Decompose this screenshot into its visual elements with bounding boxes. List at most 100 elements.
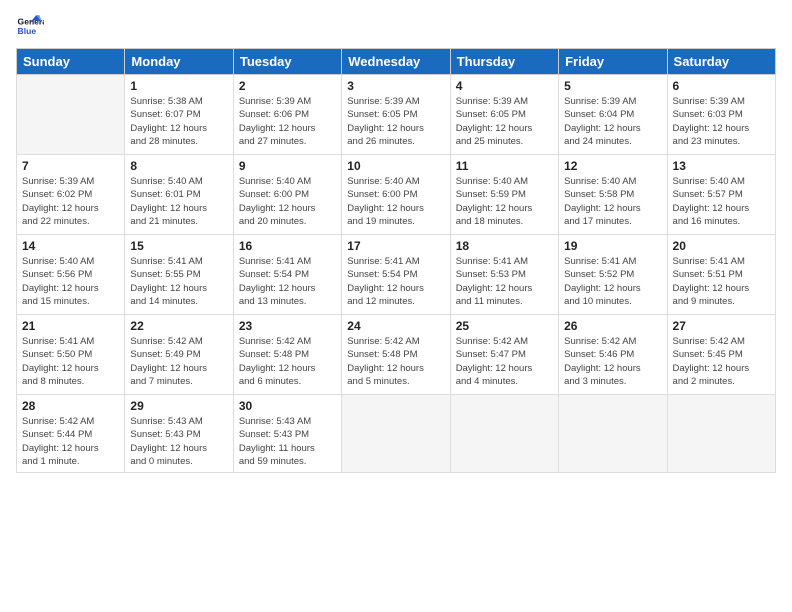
day-number: 21 <box>22 319 119 333</box>
cell-info-line: Daylight: 12 hours <box>564 202 661 215</box>
cell-info-line: and 18 minutes. <box>456 215 553 228</box>
calendar-cell: 29Sunrise: 5:43 AMSunset: 5:43 PMDayligh… <box>125 395 233 473</box>
cell-info-line: Daylight: 12 hours <box>456 122 553 135</box>
cell-info-line: and 19 minutes. <box>347 215 444 228</box>
cell-info-line: Sunset: 6:00 PM <box>239 188 336 201</box>
cell-info-line: Sunset: 5:51 PM <box>673 268 770 281</box>
week-row-3: 21Sunrise: 5:41 AMSunset: 5:50 PMDayligh… <box>17 315 776 395</box>
cell-info-line: Sunset: 5:53 PM <box>456 268 553 281</box>
calendar-cell: 26Sunrise: 5:42 AMSunset: 5:46 PMDayligh… <box>559 315 667 395</box>
calendar-cell <box>559 395 667 473</box>
page-container: General Blue SundayMondayTuesdayWednesda… <box>0 0 792 612</box>
cell-info-line: Sunrise: 5:40 AM <box>673 175 770 188</box>
calendar-cell: 8Sunrise: 5:40 AMSunset: 6:01 PMDaylight… <box>125 155 233 235</box>
cell-info-line: Daylight: 12 hours <box>673 122 770 135</box>
calendar-cell: 19Sunrise: 5:41 AMSunset: 5:52 PMDayligh… <box>559 235 667 315</box>
calendar-cell: 28Sunrise: 5:42 AMSunset: 5:44 PMDayligh… <box>17 395 125 473</box>
day-number: 3 <box>347 79 444 93</box>
days-header-row: SundayMondayTuesdayWednesdayThursdayFrid… <box>17 49 776 75</box>
day-number: 24 <box>347 319 444 333</box>
cell-info-line: Sunrise: 5:41 AM <box>673 255 770 268</box>
calendar-body: 1Sunrise: 5:38 AMSunset: 6:07 PMDaylight… <box>17 75 776 473</box>
day-number: 27 <box>673 319 770 333</box>
calendar-cell <box>17 75 125 155</box>
calendar-cell: 27 Sunrise: 5:42 AMSunset: 5:45 PMDayligh… <box>667 315 775 395</box>
day-number: 20 <box>673 239 770 253</box>
cell-info-line: Daylight: 12 hours <box>239 122 336 135</box>
cell-info-line: and 2 minutes. <box>673 375 770 388</box>
day-number: 6 <box>673 79 770 93</box>
cell-info-line: Daylight: 12 hours <box>456 202 553 215</box>
cell-info: Sunrise: 5:42 AMSunset: 5:47 PMDaylight:… <box>456 335 553 388</box>
cell-info-line: Daylight: 12 hours <box>239 202 336 215</box>
cell-info-line: Sunrise: 5:39 AM <box>347 95 444 108</box>
cell-info-line: Daylight: 12 hours <box>564 122 661 135</box>
day-number: 25 <box>456 319 553 333</box>
cell-info-line: Sunrise: 5:40 AM <box>239 175 336 188</box>
cell-info-line: Sunset: 5:45 PM <box>673 348 770 361</box>
cell-info-line: Sunset: 6:03 PM <box>673 108 770 121</box>
cell-info-line: Sunrise: 5:43 AM <box>130 415 227 428</box>
cell-info: Sunrise: 5:41 AMSunset: 5:51 PMDaylight:… <box>673 255 770 308</box>
cell-info-line: Sunset: 5:56 PM <box>22 268 119 281</box>
day-number: 15 <box>130 239 227 253</box>
day-number: 7 <box>22 159 119 173</box>
cell-info-line: Sunrise: 5:42 AM <box>673 335 770 348</box>
cell-info-line: Daylight: 12 hours <box>673 202 770 215</box>
cell-info: Sunrise: 5:40 AMSunset: 6:00 PMDaylight:… <box>347 175 444 228</box>
cell-info-line: Sunrise: 5:39 AM <box>564 95 661 108</box>
cell-info: Sunrise: 5:43 AMSunset: 5:43 PMDaylight:… <box>239 415 336 468</box>
cell-info-line: Daylight: 12 hours <box>22 442 119 455</box>
cell-info-line: Sunset: 5:43 PM <box>239 428 336 441</box>
cell-info-line: Sunrise: 5:42 AM <box>22 415 119 428</box>
cell-info-line: Sunset: 6:01 PM <box>130 188 227 201</box>
svg-text:Blue: Blue <box>18 26 37 36</box>
cell-info-line: and 3 minutes. <box>564 375 661 388</box>
cell-info-line: Sunrise: 5:41 AM <box>347 255 444 268</box>
cell-info-line: Daylight: 12 hours <box>130 442 227 455</box>
cell-info-line: and 7 minutes. <box>130 375 227 388</box>
cell-info: Sunrise: 5:40 AMSunset: 5:59 PMDaylight:… <box>456 175 553 228</box>
cell-info: Sunrise: 5:39 AMSunset: 6:02 PMDaylight:… <box>22 175 119 228</box>
cell-info-line: Daylight: 11 hours <box>239 442 336 455</box>
cell-info-line: Daylight: 12 hours <box>22 202 119 215</box>
logo-icon: General Blue <box>16 12 44 40</box>
calendar-cell: 16Sunrise: 5:41 AMSunset: 5:54 PMDayligh… <box>233 235 341 315</box>
cell-info-line: and 11 minutes. <box>456 295 553 308</box>
day-number: 19 <box>564 239 661 253</box>
cell-info-line: Sunrise: 5:41 AM <box>22 335 119 348</box>
day-header-thursday: Thursday <box>450 49 558 75</box>
cell-info-line: Sunrise: 5:41 AM <box>456 255 553 268</box>
cell-info: Sunrise: 5:38 AMSunset: 6:07 PMDaylight:… <box>130 95 227 148</box>
cell-info-line: and 24 minutes. <box>564 135 661 148</box>
cell-info-line: Daylight: 12 hours <box>239 362 336 375</box>
calendar-cell <box>667 395 775 473</box>
cell-info: Sunrise: 5:41 AMSunset: 5:55 PMDaylight:… <box>130 255 227 308</box>
cell-info-line: and 9 minutes. <box>673 295 770 308</box>
cell-info-line: Sunset: 5:57 PM <box>673 188 770 201</box>
cell-info-line: and 13 minutes. <box>239 295 336 308</box>
cell-info-line: Daylight: 12 hours <box>673 362 770 375</box>
cell-info-line: Daylight: 12 hours <box>347 282 444 295</box>
cell-info-line: Sunset: 6:02 PM <box>22 188 119 201</box>
calendar-table: SundayMondayTuesdayWednesdayThursdayFrid… <box>16 48 776 473</box>
cell-info-line: Daylight: 12 hours <box>130 362 227 375</box>
cell-info-line: Daylight: 12 hours <box>239 282 336 295</box>
cell-info-line: Sunrise: 5:40 AM <box>456 175 553 188</box>
cell-info-line: Sunset: 5:49 PM <box>130 348 227 361</box>
cell-info: Sunrise: 5:39 AMSunset: 6:04 PMDaylight:… <box>564 95 661 148</box>
cell-info-line: Daylight: 12 hours <box>347 362 444 375</box>
cell-info-line: Daylight: 12 hours <box>130 122 227 135</box>
calendar-cell: 23Sunrise: 5:42 AMSunset: 5:48 PMDayligh… <box>233 315 341 395</box>
cell-info-line: and 27 minutes. <box>239 135 336 148</box>
day-number: 14 <box>22 239 119 253</box>
calendar-cell: 24Sunrise: 5:42 AMSunset: 5:48 PMDayligh… <box>342 315 450 395</box>
cell-info-line: Daylight: 12 hours <box>673 282 770 295</box>
cell-info-line: Daylight: 12 hours <box>456 362 553 375</box>
cell-info: Sunrise: 5:40 AMSunset: 6:00 PMDaylight:… <box>239 175 336 228</box>
day-number: 23 <box>239 319 336 333</box>
cell-info-line: Sunrise: 5:41 AM <box>239 255 336 268</box>
cell-info-line: Sunrise: 5:42 AM <box>130 335 227 348</box>
cell-info-line: and 6 minutes. <box>239 375 336 388</box>
cell-info-line: Sunset: 5:47 PM <box>456 348 553 361</box>
